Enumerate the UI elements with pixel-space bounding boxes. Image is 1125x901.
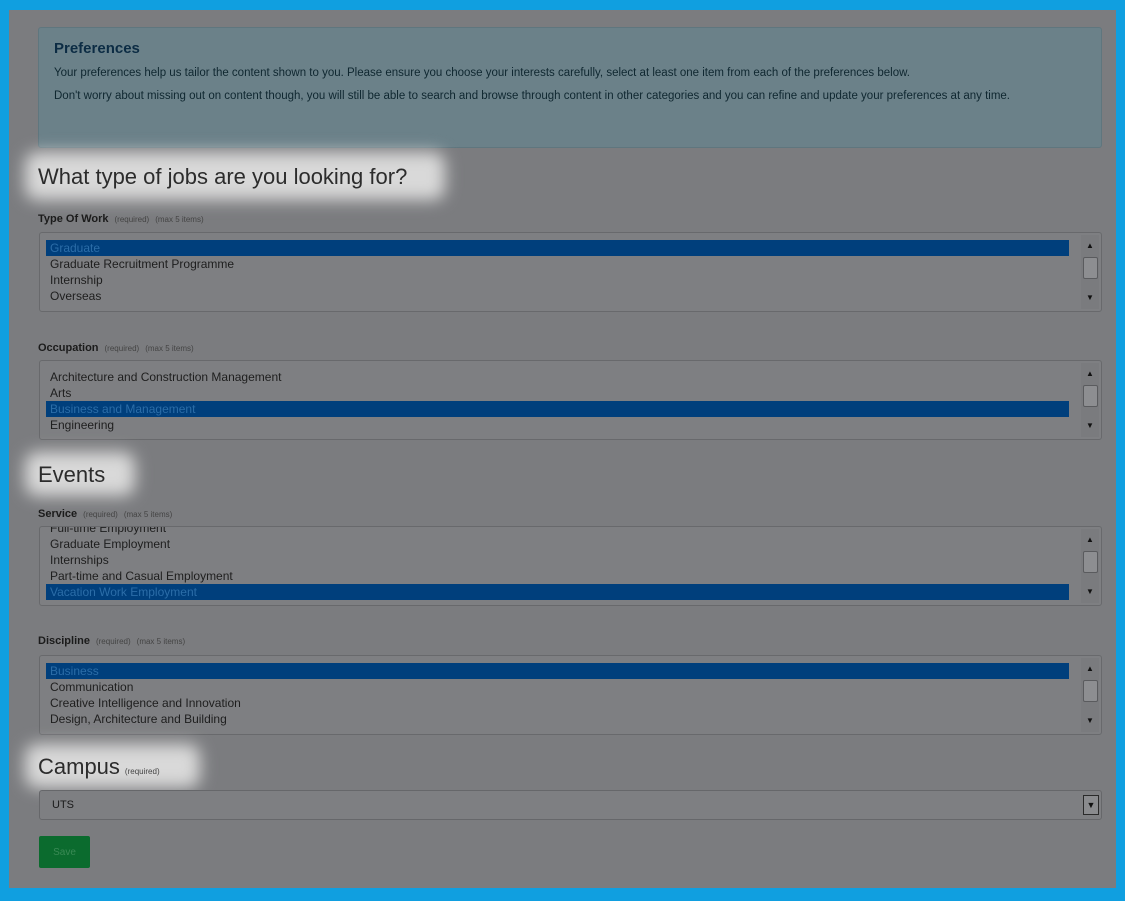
service-required: (required) bbox=[83, 510, 118, 519]
scroll-thumb[interactable] bbox=[1083, 551, 1098, 573]
listbox-option[interactable]: Architecture and Construction Management bbox=[46, 369, 1069, 385]
occupation-label-text: Occupation bbox=[38, 342, 99, 354]
chevron-down-icon[interactable]: ▼ bbox=[1083, 795, 1099, 815]
campus-heading: Campus (required) bbox=[38, 754, 160, 785]
events-heading: Events bbox=[38, 462, 106, 487]
scroll-up-icon[interactable]: ▲ bbox=[1081, 367, 1099, 381]
discipline-options: Business Communication Creative Intelligen… bbox=[46, 663, 1069, 727]
listbox-option[interactable]: Vacation Work Employment bbox=[46, 584, 1069, 600]
service-scrollbar[interactable]: ▲ ▼ bbox=[1081, 529, 1099, 603]
preferences-note: Don't worry about missing out on content… bbox=[54, 90, 1010, 102]
service-label-text: Service bbox=[38, 508, 78, 520]
occupation-listbox[interactable]: Architecture and Construction Management… bbox=[39, 360, 1102, 440]
scroll-thumb[interactable] bbox=[1083, 385, 1098, 407]
occupation-required: (required) bbox=[104, 344, 140, 353]
scroll-down-icon[interactable]: ▼ bbox=[1081, 419, 1099, 433]
save-button[interactable]: Save bbox=[39, 836, 90, 868]
listbox-option[interactable]: Overseas bbox=[46, 288, 1069, 304]
jobs-heading: What type of jobs are you looking for? bbox=[38, 164, 408, 189]
type-of-work-scrollbar[interactable]: ▲ ▼ bbox=[1081, 235, 1099, 309]
scroll-up-icon[interactable]: ▲ bbox=[1081, 533, 1099, 547]
listbox-option[interactable]: Business and Management bbox=[46, 401, 1069, 417]
type-of-work-options: Graduate Graduate Recruitment Programme In… bbox=[46, 240, 1069, 304]
scroll-up-icon[interactable]: ▲ bbox=[1081, 239, 1099, 253]
discipline-label-text: Discipline bbox=[38, 635, 90, 647]
discipline-max: (max 5 items) bbox=[136, 637, 186, 646]
occupation-scrollbar[interactable]: ▲ ▼ bbox=[1081, 363, 1099, 437]
occupation-label: Occupation (required) (max 5 items) bbox=[38, 342, 194, 354]
type-of-work-label-text: Type Of Work bbox=[38, 213, 109, 225]
listbox-option[interactable]: Internships bbox=[46, 552, 1069, 568]
listbox-option[interactable]: Graduate Employment bbox=[46, 536, 1069, 552]
preferences-info-box: Preferences Your preferences help us tai… bbox=[38, 27, 1102, 148]
listbox-option[interactable]: Engineering bbox=[46, 417, 1069, 433]
preferences-page: Preferences Your preferences help us tai… bbox=[9, 10, 1116, 888]
scroll-thumb[interactable] bbox=[1083, 680, 1098, 702]
scroll-up-icon[interactable]: ▲ bbox=[1081, 662, 1099, 676]
scroll-down-icon[interactable]: ▼ bbox=[1081, 291, 1099, 305]
highlight-frame: Preferences Your preferences help us tai… bbox=[0, 0, 1125, 901]
listbox-option[interactable]: Creative Intelligence and Innovation bbox=[46, 695, 1069, 711]
listbox-option[interactable]: Internship bbox=[46, 272, 1069, 288]
service-listbox[interactable]: Full-time Employment Graduate Employment I… bbox=[39, 526, 1102, 606]
type-of-work-listbox[interactable]: Graduate Graduate Recruitment Programme In… bbox=[39, 232, 1102, 312]
scroll-down-icon[interactable]: ▼ bbox=[1081, 714, 1099, 728]
discipline-required: (required) bbox=[95, 637, 131, 646]
type-of-work-max: (max 5 items) bbox=[155, 215, 204, 224]
discipline-scrollbar[interactable]: ▲ ▼ bbox=[1081, 658, 1099, 732]
listbox-option[interactable]: Arts bbox=[46, 385, 1069, 401]
occupation-options: Architecture and Construction Management… bbox=[46, 369, 1069, 433]
service-label: Service (required) (max 5 items) bbox=[38, 508, 172, 520]
occupation-max: (max 5 items) bbox=[145, 344, 194, 353]
scroll-thumb[interactable] bbox=[1083, 257, 1098, 279]
campus-select-value: UTS bbox=[52, 799, 74, 811]
discipline-listbox[interactable]: Business Communication Creative Intelligen… bbox=[39, 655, 1102, 735]
type-of-work-label: Type Of Work (required) (max 5 items) bbox=[38, 213, 204, 225]
scroll-down-icon[interactable]: ▼ bbox=[1081, 585, 1099, 599]
listbox-option[interactable]: Graduate Recruitment Programme bbox=[46, 256, 1069, 272]
listbox-option[interactable]: Communication bbox=[46, 679, 1069, 695]
service-options: Full-time Employment Graduate Employment I… bbox=[46, 527, 1069, 600]
listbox-option[interactable]: Part-time and Casual Employment bbox=[46, 568, 1069, 584]
listbox-option[interactable]: Graduate bbox=[46, 240, 1069, 256]
listbox-option[interactable]: Business bbox=[46, 663, 1069, 679]
discipline-label: Discipline (required) (max 5 items) bbox=[38, 635, 185, 647]
preferences-title: Preferences bbox=[54, 40, 140, 57]
campus-select[interactable]: UTS ▼ bbox=[39, 790, 1102, 820]
listbox-option[interactable]: Design, Architecture and Building bbox=[46, 711, 1069, 727]
listbox-option[interactable]: Full-time Employment bbox=[46, 527, 1069, 536]
type-of-work-required: (required) bbox=[114, 215, 150, 224]
preferences-intro: Your preferences help us tailor the cont… bbox=[54, 67, 910, 79]
campus-required: (required) bbox=[124, 767, 160, 776]
campus-heading-text: Campus bbox=[38, 754, 120, 779]
service-max: (max 5 items) bbox=[123, 510, 173, 519]
